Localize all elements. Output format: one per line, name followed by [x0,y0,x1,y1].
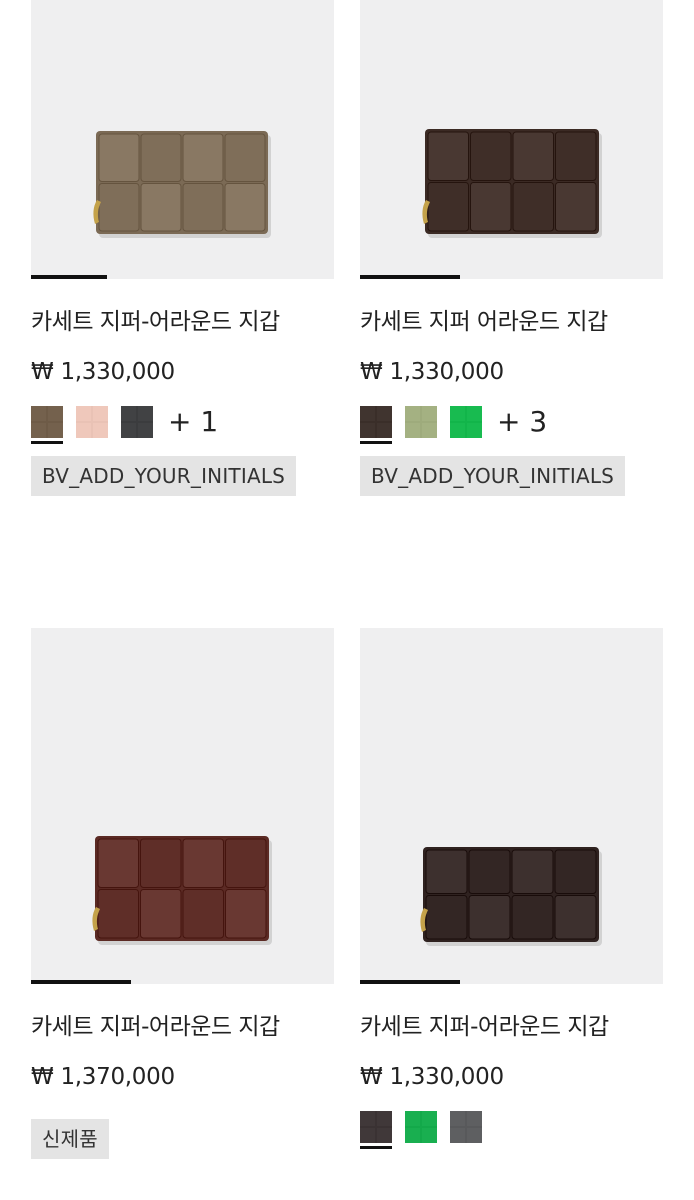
product-card[interactable]: 카세트 지퍼-어라운드 지갑 ₩ 1,330,000 + 1 BV_ADD_YOUR_… [31,0,334,496]
espresso-wallet-image [420,847,602,946]
color-swatches [360,1107,663,1149]
brown-wallet-image [93,131,271,238]
product-title[interactable]: 카세트 지퍼 어라운드 지갑 [360,296,650,348]
color-swatches: + 1 [31,402,334,444]
product-card[interactable]: 카세트 지퍼 어라운드 지갑 ₩ 1,330,000 + 3 BV_ADD_YOUR_… [360,0,663,496]
product-price: ₩ 1,330,000 [31,359,175,385]
product-image[interactable] [31,628,334,984]
product-price: ₩ 1,330,000 [360,359,504,385]
image-carousel-progress [360,980,460,984]
product-image[interactable] [360,628,663,984]
color-swatch[interactable] [360,406,392,444]
color-swatch[interactable] [450,406,482,438]
color-swatch[interactable] [405,1111,437,1143]
color-swatch[interactable] [31,406,63,444]
product-title[interactable]: 카세트 지퍼-어라운드 지갑 [360,1001,650,1053]
more-colors-count[interactable]: + 1 [168,406,218,438]
image-carousel-progress [31,980,131,984]
product-card[interactable]: 카세트 지퍼-어라운드 지갑 ₩ 1,370,000 신제품 [31,628,334,1159]
product-title[interactable]: 카세트 지퍼-어라운드 지갑 [31,1001,321,1053]
burgundy-wallet-image [92,836,272,945]
color-swatch[interactable] [360,1111,392,1149]
image-carousel-progress [360,275,460,279]
product-image[interactable] [360,0,663,279]
product-badge: BV_ADD_YOUR_INITIALS [360,456,626,496]
product-badge: 신제품 [31,1119,109,1159]
product-card[interactable]: 카세트 지퍼-어라운드 지갑 ₩ 1,330,000 [360,628,663,1149]
color-swatch[interactable] [405,406,437,438]
image-carousel-progress [31,275,107,279]
more-colors-count[interactable]: + 3 [497,406,547,438]
color-swatch[interactable] [450,1111,482,1143]
product-image[interactable] [31,0,334,279]
product-price: ₩ 1,330,000 [360,1064,504,1090]
dark-brown-wallet-image [422,129,602,238]
color-swatch[interactable] [76,406,108,438]
product-badge: BV_ADD_YOUR_INITIALS [31,456,297,496]
color-swatches: + 3 [360,402,663,444]
product-price: ₩ 1,370,000 [31,1064,175,1090]
product-title[interactable]: 카세트 지퍼-어라운드 지갑 [31,296,321,348]
color-swatch[interactable] [121,406,153,438]
